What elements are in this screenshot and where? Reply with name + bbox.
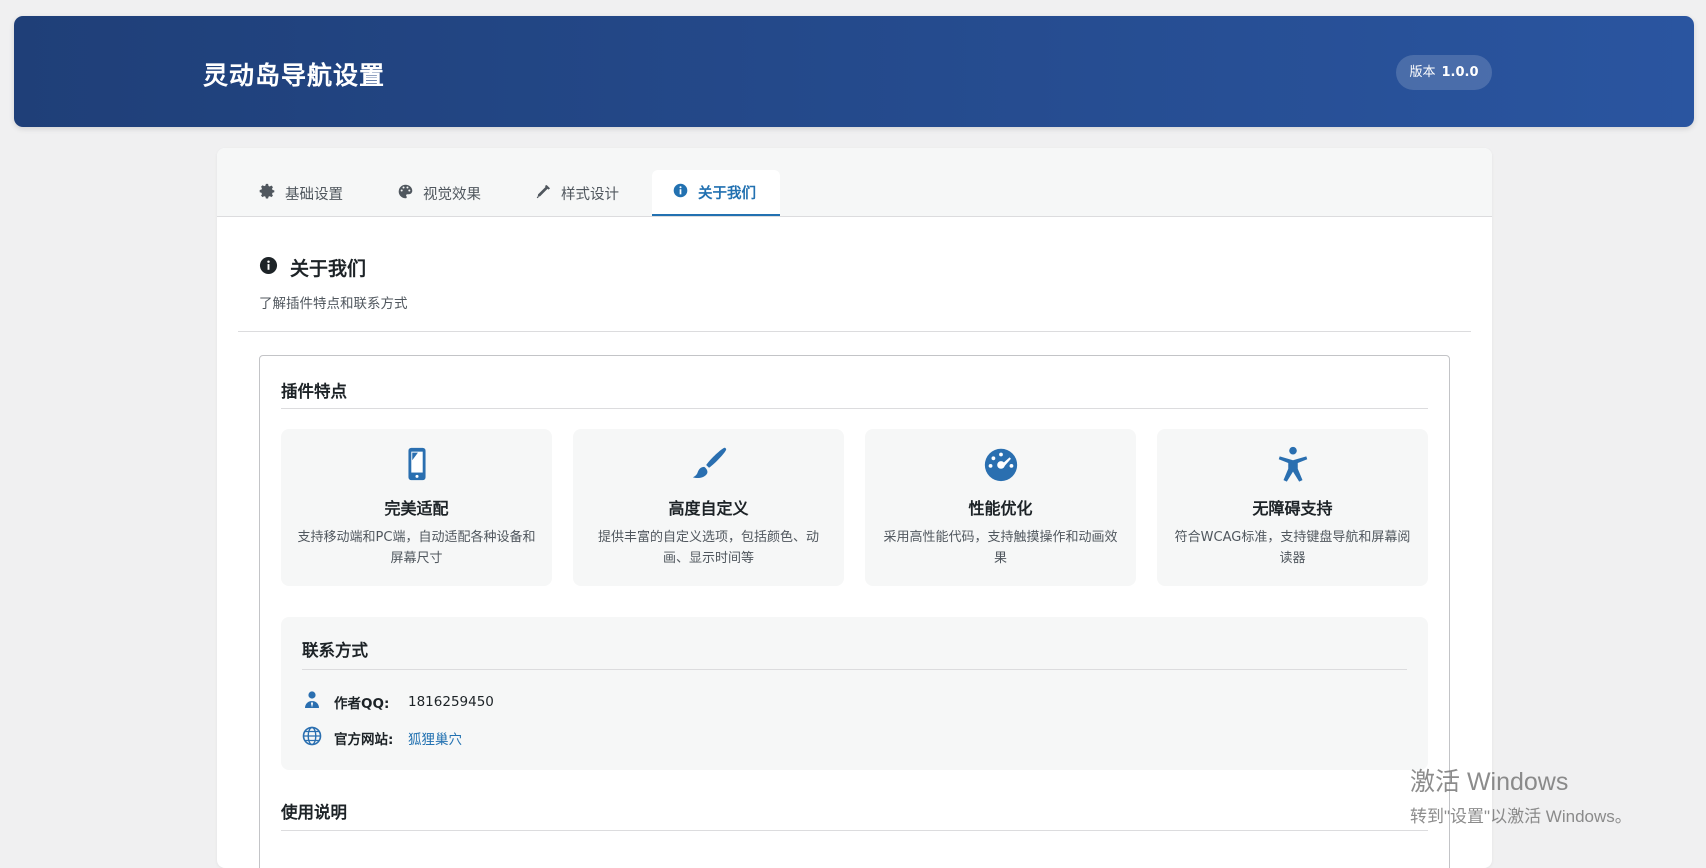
version-badge: 版本 1.0.0	[1396, 55, 1492, 90]
tab-visual-effects[interactable]: 视觉效果	[377, 170, 501, 216]
feature-card: 高度自定义 提供丰富的自定义选项，包括颜色、动画、显示时间等	[573, 429, 844, 586]
divider	[238, 331, 1471, 332]
feature-title: 性能优化	[968, 499, 1033, 518]
user-icon	[302, 690, 334, 714]
contact-row-website: 官方网站: 狐狸巢穴	[302, 726, 462, 750]
feature-description: 支持移动端和PC端，自动适配各种设备和屏幕尺寸	[297, 530, 536, 566]
watermark-line1: 激活 Windows	[1410, 768, 1569, 796]
contact-heading: 联系方式	[302, 641, 368, 660]
feature-title: 完美适配	[384, 499, 449, 518]
feature-title: 高度自定义	[668, 499, 749, 518]
website-label: 官方网站:	[334, 732, 394, 748]
feature-description: 符合WCAG标准，支持键盘导航和屏幕阅读器	[1174, 530, 1411, 566]
settings-panel: 基础设置 视觉效果 样式设计 关于我们 关于我们 了解插件特点和联系方式 插件特…	[217, 148, 1492, 868]
tab-style-design[interactable]: 样式设计	[515, 170, 639, 216]
hammer-icon	[535, 183, 552, 204]
section-description: 了解插件特点和联系方式	[259, 296, 408, 312]
feature-description: 提供丰富的自定义选项，包括颜色、动画、显示时间等	[597, 530, 819, 566]
tab-bar: 基础设置 视觉效果 样式设计 关于我们	[217, 148, 1492, 217]
info-icon	[672, 182, 689, 203]
section-title: 关于我们	[259, 254, 366, 281]
contact-box: 联系方式 作者QQ: 1816259450 官方网站: 狐狸巢穴	[281, 617, 1428, 770]
top-header-bar: 灵动岛导航设置 版本 1.0.0	[14, 16, 1694, 127]
globe-icon	[302, 726, 334, 750]
feature-description: 采用高性能代码，支持触摸操作和动画效果	[883, 530, 1118, 566]
tab-basic-settings[interactable]: 基础设置	[239, 170, 363, 216]
features-heading: 插件特点	[281, 382, 347, 401]
qq-label: 作者QQ:	[334, 696, 390, 712]
divider	[302, 669, 1407, 670]
section-title-text: 关于我们	[290, 258, 367, 280]
divider	[281, 408, 1428, 409]
tab-about-us[interactable]: 关于我们	[652, 170, 780, 216]
contact-row-qq: 作者QQ: 1816259450	[302, 690, 494, 714]
version-label: 版本	[1409, 65, 1436, 80]
windows-activation-watermark: 激活 Windows 转到"设置"以激活 Windows。	[1410, 762, 1632, 827]
feature-card: 无障碍支持 符合WCAG标准，支持键盘导航和屏幕阅读器	[1157, 429, 1428, 586]
version-value: 1.0.0	[1441, 65, 1479, 80]
tab-label: 关于我们	[698, 185, 756, 202]
watermark-line2: 转到"设置"以激活 Windows。	[1410, 807, 1632, 826]
smartphone-icon	[281, 445, 552, 483]
divider	[281, 830, 1428, 831]
feature-card: 性能优化 采用高性能代码，支持触摸操作和动画效果	[865, 429, 1136, 586]
gear-icon	[259, 183, 276, 204]
tab-label: 基础设置	[285, 186, 343, 203]
about-card: 插件特点 完美适配 支持移动端和PC端，自动适配各种设备和屏幕尺寸 高度自定义 …	[259, 355, 1450, 868]
accessibility-icon	[1157, 445, 1428, 483]
page-title: 灵动岛导航设置	[203, 61, 386, 90]
usage-heading: 使用说明	[281, 803, 347, 822]
feature-title: 无障碍支持	[1252, 499, 1333, 518]
qq-value: 1816259450	[408, 694, 494, 710]
website-link[interactable]: 狐狸巢穴	[408, 728, 462, 748]
info-icon	[259, 256, 278, 280]
paintbrush-icon	[573, 445, 844, 483]
dashboard-icon	[865, 445, 1136, 483]
tab-label: 视觉效果	[423, 186, 481, 203]
feature-card: 完美适配 支持移动端和PC端，自动适配各种设备和屏幕尺寸	[281, 429, 552, 586]
tab-label: 样式设计	[561, 186, 619, 203]
palette-icon	[397, 183, 414, 204]
